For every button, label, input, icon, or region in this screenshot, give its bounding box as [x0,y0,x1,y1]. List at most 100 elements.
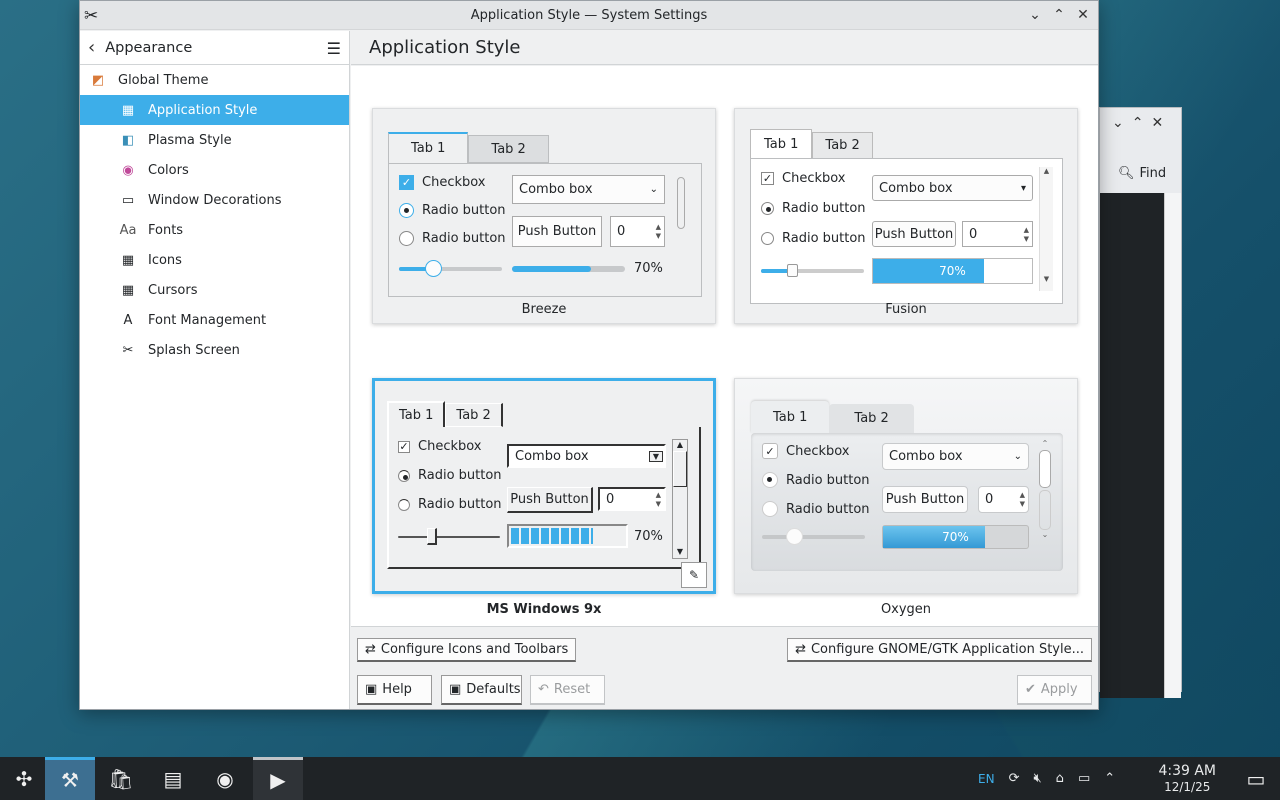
close-button[interactable]: ✕ [1074,5,1092,25]
spin-box[interactable]: 0 ▲ ▼ [610,216,665,247]
file-manager-icon[interactable]: ▤ [149,757,197,800]
terminal-task-icon[interactable]: ▶ [253,757,303,800]
radio-row[interactable]: Radio button [762,472,870,488]
edit-icon[interactable]: ✎ [681,562,707,588]
combo-box[interactable]: Combo box ▼ [507,444,666,468]
radio-row[interactable]: Radio button [398,468,502,483]
slider[interactable] [761,264,864,277]
chevron-up-icon[interactable]: ⌃ [1132,115,1144,131]
combo-box[interactable]: Combo box ▾ [872,175,1033,201]
network-icon[interactable]: ▭ [1078,771,1090,786]
minimize-button[interactable]: ⌄ [1026,5,1044,25]
slider[interactable] [399,260,502,277]
checkbox-checked[interactable]: ✓ [762,443,778,459]
reset-button[interactable]: ↶ Reset [530,675,605,705]
checkbox-row[interactable]: ✓ Checkbox [399,175,486,190]
spin-box[interactable]: 0 ▲ ▼ [978,486,1029,513]
checkbox-row[interactable]: ✓ Checkbox [398,439,482,454]
checkbox-row[interactable]: ✓ Checkbox [761,171,846,186]
clock[interactable]: 4:39 AM 12/1/25 [1158,763,1216,795]
radio-row[interactable]: Radio button [399,203,506,218]
style-card-oxygen[interactable]: Tab 1 Tab 2 ✓ Checkbox Radio button Radio… [734,378,1078,594]
chevron-down-icon[interactable]: ⌄ [1112,115,1124,131]
sidebar-item-window-decorations[interactable]: ▭ Window Decorations [80,185,349,215]
volume-muted-icon[interactable]: 🔇︎ [1033,771,1041,786]
scrollbar[interactable] [677,177,685,229]
sidebar-item-splash-screen[interactable]: ✂ Splash Screen [80,335,349,365]
radio-unselected[interactable] [762,501,778,517]
spin-arrows-icon[interactable]: ▲ ▼ [1024,226,1029,244]
spin-box[interactable]: 0 ▲ ▼ [962,221,1033,247]
checkbox-row[interactable]: ✓ Checkbox [762,443,850,459]
back-arrow-icon[interactable]: ‹ [88,37,95,58]
tab-2[interactable]: Tab 2 [829,404,914,433]
tab-2[interactable]: Tab 2 [812,132,873,159]
sidebar-item-plasma-style[interactable]: ◧ Plasma Style [80,125,349,155]
scrollbar[interactable]: ▲ ▼ [1039,167,1053,291]
style-card-ms-windows-9x[interactable]: Tab 1 Tab 2 ✓ Checkbox Radio button Radio… [372,378,716,594]
slider[interactable] [398,528,500,545]
push-button[interactable]: Push Button [507,487,593,513]
spin-arrows-icon[interactable]: ▲ ▼ [656,223,661,241]
radio-row[interactable]: Radio button [761,231,866,246]
radio-unselected[interactable] [761,232,774,245]
system-settings-task-icon[interactable]: ⚒ [45,757,95,800]
radio-selected[interactable] [399,203,414,218]
tab-1[interactable]: Tab 1 [387,401,446,427]
sidebar-item-global-theme[interactable]: ◩ Global Theme [80,65,349,95]
close-icon[interactable]: ✕ [1151,115,1163,131]
sidebar-item-icons[interactable]: ▦ Icons [80,245,349,275]
defaults-button[interactable]: ▣ Defaults [441,675,522,705]
tab-1[interactable]: Tab 1 [388,132,469,163]
maximize-button[interactable]: ⌃ [1050,5,1068,25]
hamburger-menu-icon[interactable]: ☰ [327,39,341,58]
combo-box[interactable]: Combo box ⌄ [882,443,1029,470]
tab-2[interactable]: Tab 2 [468,135,549,163]
show-desktop-icon[interactable]: ▭ [1232,757,1280,800]
slider[interactable] [762,528,865,545]
radio-row[interactable]: Radio button [399,231,506,246]
chevron-up-icon[interactable]: ⌃ [1104,771,1115,786]
scrollbar[interactable]: ⌃ ⌄ [1038,439,1052,559]
sidebar-item-cursors[interactable]: ▦ Cursors [80,275,349,305]
radio-row[interactable]: Radio button [762,501,870,517]
help-button[interactable]: ▣ Help [357,675,432,705]
update-icon[interactable]: ⟳ [1009,771,1020,786]
tab-1[interactable]: Tab 1 [751,401,830,433]
style-card-fusion[interactable]: Tab 1 Tab 2 ✓ Checkbox Radio button Radio… [734,108,1078,324]
sidebar-item-font-management[interactable]: A Font Management [80,305,349,335]
radio-unselected[interactable] [399,231,414,246]
sidebar-item-colors[interactable]: ◉ Colors [80,155,349,185]
background-window[interactable]: ⌄ ⌃ ✕ 🔍︎ Find [1099,107,1182,698]
sidebar-item-fonts[interactable]: Aa Fonts [80,215,349,245]
usb-device-icon[interactable]: ⌂ [1056,771,1064,786]
push-button[interactable]: Push Button [872,221,956,247]
checkbox-checked[interactable]: ✓ [399,175,414,190]
radio-selected[interactable] [761,202,774,215]
checkbox-checked[interactable]: ✓ [761,172,774,185]
radio-unselected[interactable] [398,498,410,511]
application-launcher-icon[interactable]: ✣ [0,757,48,800]
tab-2[interactable]: Tab 2 [445,403,503,427]
radio-selected[interactable] [398,469,410,482]
push-button[interactable]: Push Button [512,216,602,247]
settings-tools-icon[interactable]: ✂ [84,6,98,26]
configure-icons-button[interactable]: ⇄ Configure Icons and Toolbars [357,638,577,662]
spin-box[interactable]: 0 ▲ ▼ [598,487,666,511]
tab-1[interactable]: Tab 1 [750,129,813,159]
combo-box[interactable]: Combo box ⌄ [512,175,665,204]
keyboard-layout[interactable]: EN [978,772,995,786]
find-button[interactable]: 🔍︎ Find [1118,166,1166,181]
radio-row[interactable]: Radio button [398,497,502,512]
spin-arrows-icon[interactable]: ▲ ▼ [656,491,661,509]
scrollbar[interactable] [1164,193,1181,698]
push-button[interactable]: Push Button [882,486,968,513]
checkbox-checked[interactable]: ✓ [398,440,410,453]
sidebar-item-application-style[interactable]: ▦ Application Style [80,95,349,125]
radio-row[interactable]: Radio button [761,201,866,216]
spin-arrows-icon[interactable]: ▲ ▼ [1020,491,1025,509]
scrollbar[interactable]: ▲ ▼ [672,439,688,559]
configure-gtk-button[interactable]: ⇄ Configure GNOME/GTK Application Style..… [787,638,1092,662]
firefox-icon[interactable]: ◉ [201,757,249,800]
style-card-breeze[interactable]: Tab 1 Tab 2 ✓ Checkbox Radio button Radio… [372,108,716,324]
